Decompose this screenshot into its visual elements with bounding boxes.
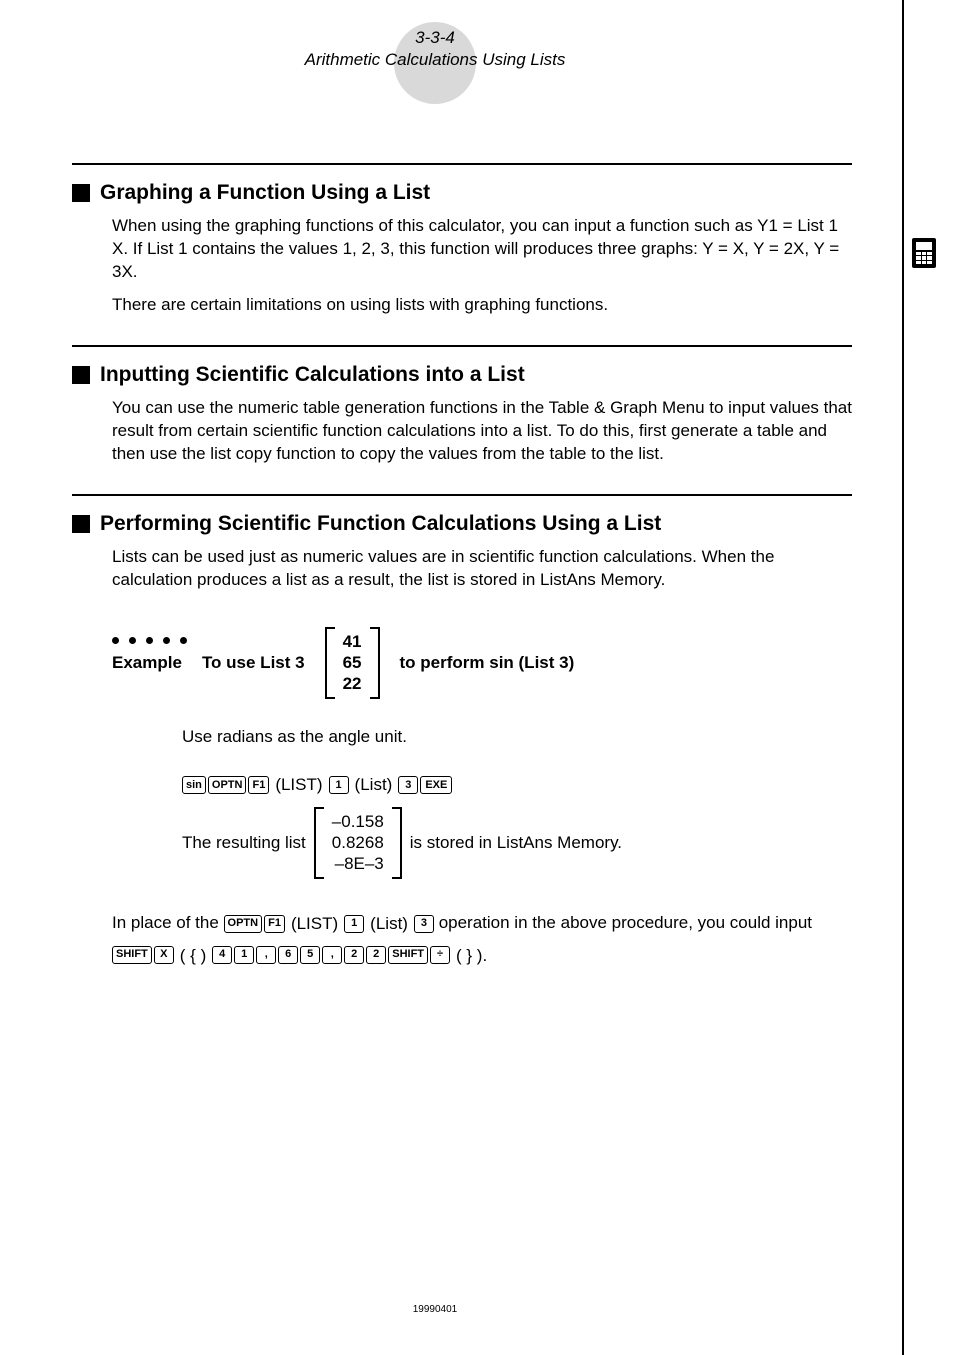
matrix-value: –8E–3: [335, 854, 384, 874]
digit-4-key: 4: [212, 946, 232, 964]
paragraph: There are certain limitations on using l…: [112, 294, 852, 317]
paragraph: You can use the numeric table generation…: [112, 397, 852, 466]
f1-key: F1: [264, 915, 285, 933]
digit-3-key: 3: [414, 915, 434, 933]
digit-3-key: 3: [398, 776, 418, 794]
key-sequence: sin OPTN F1 (LIST) 1 (List) 3 EXE: [182, 775, 852, 795]
example-post-text: to perform sin (List 3): [400, 653, 575, 673]
page-right-border: [902, 0, 904, 1355]
shift-key: SHIFT: [112, 946, 152, 964]
shift-key: SHIFT: [388, 946, 428, 964]
matrix-value: 65: [343, 653, 362, 673]
matrix-value: 0.8268: [332, 833, 384, 853]
result-post-text: is stored in ListAns Memory.: [410, 833, 622, 853]
section-divider: [72, 494, 852, 496]
page-title: Arithmetic Calculations Using Lists: [305, 50, 566, 69]
section-heading-graphing: Graphing a Function Using a List: [72, 181, 852, 205]
digit-5-key: 5: [300, 946, 320, 964]
matrix-value: 41: [343, 632, 362, 652]
section-heading-inputting: Inputting Scientific Calculations into a…: [72, 363, 852, 387]
result-row: The resulting list –0.158 0.8268 –8E–3 i…: [182, 807, 852, 879]
matrix-value: 22: [343, 674, 362, 694]
comma-key: ,: [322, 946, 342, 964]
list-menu-text: (LIST): [291, 910, 338, 937]
example-dots-icon: [112, 637, 187, 644]
f1-key: F1: [248, 776, 269, 794]
example-block: Example To use List 3 41 65 22 to perfor…: [112, 627, 852, 699]
section-divider: [72, 345, 852, 347]
example-label: Example: [112, 653, 182, 673]
input-matrix: 41 65 22: [325, 627, 380, 699]
footer-code: 19990401: [0, 1304, 870, 1315]
divide-key: ÷: [430, 946, 450, 964]
digit-6-key: 6: [278, 946, 298, 964]
list-item-text: (List): [370, 910, 408, 937]
square-bullet-icon: [72, 366, 90, 384]
heading-text: Graphing a Function Using a List: [100, 181, 430, 205]
angle-unit-note: Use radians as the angle unit.: [182, 727, 852, 747]
square-bullet-icon: [72, 515, 90, 533]
comma-key: ,: [256, 946, 276, 964]
heading-text: Inputting Scientific Calculations into a…: [100, 363, 525, 387]
header-text: 3-3-4 Arithmetic Calculations Using List…: [0, 28, 870, 70]
square-bullet-icon: [72, 184, 90, 202]
example-pre-text: To use List 3: [202, 653, 305, 673]
lbrace-text: ( { ): [180, 942, 206, 969]
section-heading-performing: Performing Scientific Function Calculati…: [72, 512, 852, 536]
matrix-value: –0.158: [332, 812, 384, 832]
list-menu-text: (LIST): [275, 775, 322, 795]
bracket-right-icon: [368, 627, 380, 699]
digit-1-key: 1: [344, 915, 364, 933]
exe-key: EXE: [420, 776, 452, 794]
result-pre-text: The resulting list: [182, 833, 306, 853]
list-item-text: (List): [355, 775, 393, 795]
bracket-left-icon: [314, 807, 326, 879]
optn-key: OPTN: [208, 776, 247, 794]
x-key: X: [154, 946, 174, 964]
digit-2-key: 2: [366, 946, 386, 964]
calculator-icon: [912, 238, 936, 268]
rbrace-text: ( } ).: [456, 942, 487, 969]
result-matrix: –0.158 0.8268 –8E–3: [314, 807, 402, 879]
alt-mid-text: operation in the above procedure, you co…: [439, 913, 812, 932]
digit-2-key: 2: [344, 946, 364, 964]
heading-text: Performing Scientific Function Calculati…: [100, 512, 661, 536]
bracket-right-icon: [390, 807, 402, 879]
optn-key: OPTN: [224, 915, 263, 933]
digit-1-key: 1: [234, 946, 254, 964]
digit-1-key: 1: [329, 776, 349, 794]
bracket-left-icon: [325, 627, 337, 699]
sin-key: sin: [182, 776, 206, 794]
example-label-text: Example: [112, 653, 182, 672]
alt-pre-text: In place of the: [112, 913, 224, 932]
page-number: 3-3-4: [0, 28, 870, 48]
paragraph: Lists can be used just as numeric values…: [112, 546, 852, 592]
section-divider: [72, 163, 852, 165]
alternative-input-paragraph: In place of the OPTN F1 (LIST) 1 (List) …: [112, 909, 852, 968]
paragraph: When using the graphing functions of thi…: [112, 215, 852, 284]
